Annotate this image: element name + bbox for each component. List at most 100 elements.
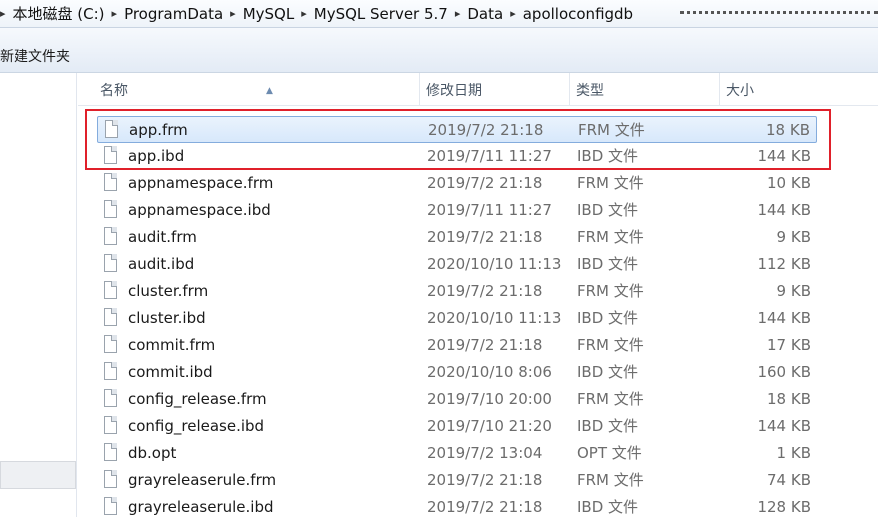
chevron-right-icon[interactable]: ▸ [455,7,461,20]
file-icon [104,443,117,461]
file-icon [104,416,117,434]
file-date: 2019/7/2 21:18 [427,336,543,354]
column-header-size-label: 大小 [726,83,754,99]
file-size: 9 KB [776,228,811,246]
file-icon [104,308,117,326]
file-icon [104,227,117,245]
table-row[interactable]: app.ibd 2019/7/11 11:27 IBD 文件 144 KB [97,143,817,170]
file-date: 2020/10/10 11:13 [427,309,562,327]
file-type: IBD 文件 [577,417,639,435]
column-header-row: 名称 ▲ 修改日期 类型 大小 [78,73,878,106]
file-name: appnamespace.frm [128,174,274,192]
file-name: commit.ibd [128,363,213,381]
table-row[interactable]: app.frm 2019/7/2 21:18 FRM 文件 18 KB [97,116,817,143]
file-name: config_release.ibd [128,417,265,435]
file-icon [104,254,117,272]
breadcrumb-data[interactable]: Data [466,5,504,23]
file-name: appnamespace.ibd [128,201,271,219]
file-date: 2019/7/2 21:18 [427,228,543,246]
file-type: OPT 文件 [577,444,642,462]
file-name: cluster.ibd [128,309,206,327]
file-type: IBD 文件 [577,309,639,327]
file-name: grayreleaserule.frm [128,471,277,489]
table-row[interactable]: config_release.frm 2019/7/10 20:00 FRM 文件 1… [97,386,817,413]
column-header-type[interactable]: 类型 [570,73,720,106]
table-row[interactable]: db.opt 2019/7/2 13:04 OPT 文件 1 KB [97,440,817,467]
file-size: 160 KB [757,363,811,381]
file-date: 2020/10/10 11:13 [427,255,562,273]
column-header-name[interactable]: 名称 ▲ [94,73,420,106]
file-type: FRM 文件 [577,228,644,246]
file-size: 74 KB [767,471,811,489]
file-date: 2019/7/11 11:27 [427,201,552,219]
address-bar-divider [680,11,878,14]
chevron-right-icon[interactable]: ▸ [301,7,307,20]
file-date: 2019/7/2 21:18 [427,174,543,192]
file-size: 18 KB [767,390,811,408]
file-size: 10 KB [767,174,811,192]
file-date: 2019/7/2 21:18 [428,121,544,139]
file-name: cluster.frm [128,282,209,300]
table-row[interactable]: audit.frm 2019/7/2 21:18 FRM 文件 9 KB [97,224,817,251]
file-date: 2019/7/10 21:20 [427,417,552,435]
nav-pane-item[interactable] [0,461,76,489]
chevron-right-icon[interactable]: ▸ [112,7,118,20]
breadcrumb-programdata[interactable]: ProgramData [123,5,224,23]
file-icon [104,335,117,353]
file-size: 18 KB [766,121,810,139]
file-name: audit.frm [128,228,197,246]
column-header-type-label: 类型 [576,83,604,99]
table-row[interactable]: audit.ibd 2020/10/10 11:13 IBD 文件 112 KB [97,251,817,278]
file-date: 2019/7/10 20:00 [427,390,552,408]
column-header-name-label: 名称 [100,83,128,99]
chevron-right-icon[interactable]: ▸ [510,7,516,20]
table-row[interactable]: appnamespace.ibd 2019/7/11 11:27 IBD 文件 144… [97,197,817,224]
file-size: 144 KB [757,309,811,327]
file-list[interactable]: 名称 ▲ 修改日期 类型 大小 app.frm 2019/7/2 21:18 FRM… [78,73,878,517]
file-icon [105,120,118,138]
file-icon [104,389,117,407]
breadcrumb-local-disk[interactable]: 本地磁盘 (C:) [12,3,106,24]
breadcrumb-mysql-server[interactable]: MySQL Server 5.7 [313,5,449,23]
chevron-right-icon[interactable]: ▸ [0,7,6,20]
file-type: FRM 文件 [577,336,644,354]
file-name: audit.ibd [128,255,195,273]
file-type: IBD 文件 [577,201,639,219]
table-row[interactable]: cluster.frm 2019/7/2 21:18 FRM 文件 9 KB [97,278,817,305]
breadcrumb-mysql[interactable]: MySQL [242,5,296,23]
file-icon [104,146,117,164]
file-size: 144 KB [757,417,811,435]
file-name: commit.frm [128,336,216,354]
table-row[interactable]: appnamespace.frm 2019/7/2 21:18 FRM 文件 10 K… [97,170,817,197]
file-icon [104,362,117,380]
breadcrumb-apolloconfigdb[interactable]: apolloconfigdb [522,5,634,23]
table-row[interactable]: commit.frm 2019/7/2 21:18 FRM 文件 17 KB [97,332,817,359]
table-row[interactable]: config_release.ibd 2019/7/10 21:20 IBD 文件 1… [97,413,817,440]
file-size: 144 KB [757,201,811,219]
table-row[interactable]: commit.ibd 2020/10/10 8:06 IBD 文件 160 KB [97,359,817,386]
file-type: IBD 文件 [577,147,639,165]
file-size: 144 KB [757,147,811,165]
file-type: FRM 文件 [577,174,644,192]
navigation-pane[interactable] [0,73,77,517]
file-date: 2019/7/2 21:18 [427,471,543,489]
file-name: app.ibd [128,147,185,165]
file-size: 1 KB [776,444,811,462]
file-type: FRM 文件 [577,282,644,300]
table-row[interactable]: grayreleaserule.frm 2019/7/2 21:18 FRM 文件 7… [97,467,817,494]
chevron-right-icon[interactable]: ▸ [230,7,236,20]
address-bar[interactable]: ▸ 本地磁盘 (C:) ▸ ProgramData ▸ MySQL ▸ MySQ… [0,0,878,28]
column-header-size[interactable]: 大小 [720,73,820,106]
column-header-date[interactable]: 修改日期 [420,73,570,106]
file-size: 9 KB [776,282,811,300]
file-icon [104,497,117,515]
new-folder-button[interactable]: 新建文件夹 [0,46,70,66]
toolbar: 新建文件夹 [0,28,878,73]
file-date: 2019/7/2 13:04 [427,444,543,462]
file-type: FRM 文件 [578,121,645,139]
file-icon [104,200,117,218]
file-name: db.opt [128,444,177,462]
file-size: 112 KB [757,255,811,273]
table-row[interactable]: cluster.ibd 2020/10/10 11:13 IBD 文件 144 KB [97,305,817,332]
file-icon [104,281,117,299]
